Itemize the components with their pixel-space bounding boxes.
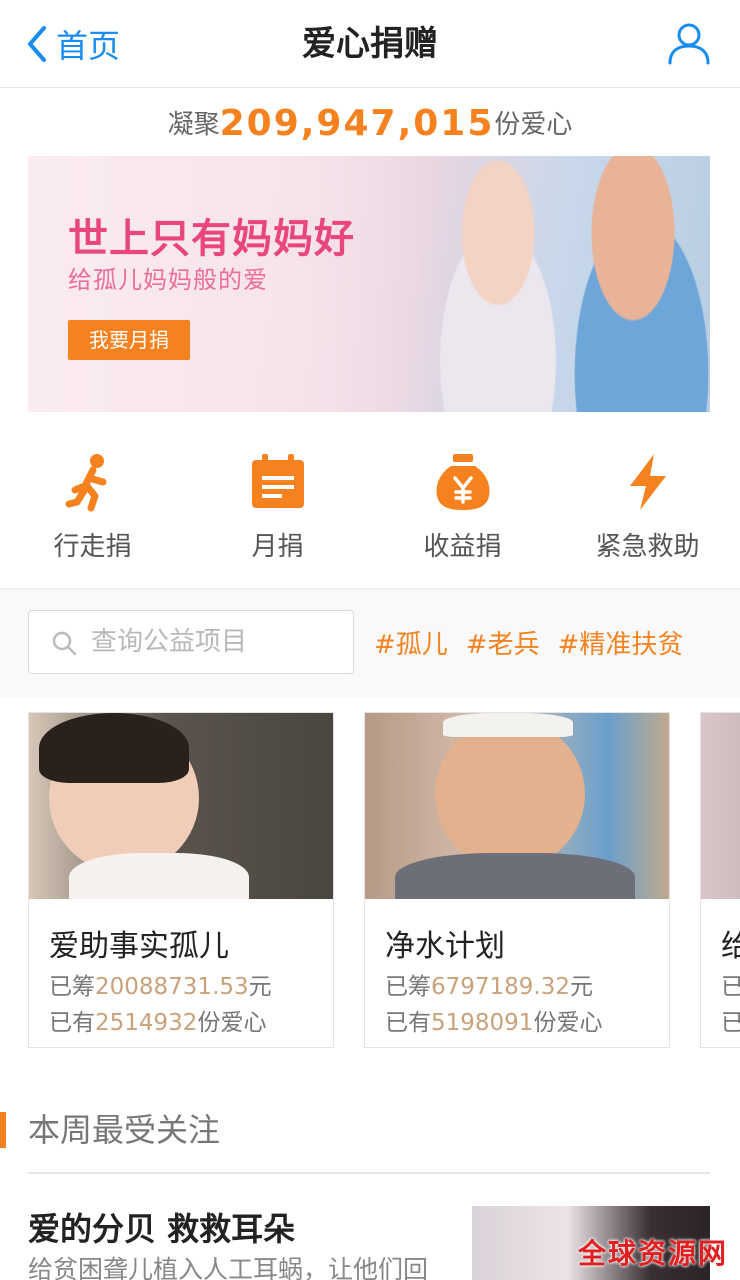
search-input[interactable]: 查询公益项目	[28, 610, 354, 674]
banner-woman-photo	[548, 156, 710, 412]
search-placeholder: 查询公益项目	[91, 627, 248, 657]
tag-veteran[interactable]: #老兵	[466, 624, 540, 661]
project-card[interactable]: 净水计划 已筹6797189.32元 已有5198091份爱心	[364, 712, 670, 1048]
divider	[28, 1172, 710, 1174]
project-card[interactable]: 爱助事实孤儿 已筹20088731.53元 已有2514932份爱心	[28, 712, 334, 1048]
search-section: 查询公益项目 #孤儿 #老兵 #精准扶贫	[0, 590, 740, 698]
quick-label: 行走捐	[53, 532, 132, 562]
page-title: 爱心捐赠	[302, 24, 438, 64]
quick-monthly-donate[interactable]: 月捐	[185, 430, 370, 586]
money-bag-yen-icon	[436, 454, 489, 510]
project-count: 已有2514932份爱心	[49, 1010, 267, 1036]
project-image	[29, 713, 333, 899]
project-raised: 已	[721, 974, 740, 1000]
love-counter: 凝聚209,947,015份爱心	[0, 96, 740, 152]
project-name: 给	[721, 929, 740, 964]
tag-orphan[interactable]: #孤儿	[374, 624, 448, 661]
project-image	[701, 713, 740, 899]
project-name: 净水计划	[385, 929, 505, 964]
promo-banner[interactable]: 世上只有妈妈好 给孤儿妈妈般的爱 我要月捐	[28, 156, 710, 412]
user-icon[interactable]	[666, 20, 712, 66]
calendar-icon	[251, 454, 304, 508]
project-image	[365, 713, 669, 899]
project-count: 已有5198091份爱心	[385, 1010, 603, 1036]
project-name: 爱助事实孤儿	[49, 929, 229, 964]
quick-emergency-aid[interactable]: 紧急救助	[555, 430, 740, 586]
banner-subtitle: 给孤儿妈妈般的爱	[68, 266, 268, 294]
watermark: 全球资源网	[577, 1237, 728, 1270]
section-title: 本周最受关注	[28, 1111, 221, 1149]
monthly-donate-button[interactable]: 我要月捐	[68, 320, 190, 360]
project-raised: 已筹20088731.53元	[49, 974, 272, 1000]
banner-title: 世上只有妈妈好	[68, 216, 355, 262]
counter-prefix: 凝聚	[167, 110, 220, 140]
project-raised: 已筹6797189.32元	[385, 974, 594, 1000]
quick-label: 紧急救助	[595, 532, 700, 562]
quick-label: 月捐	[251, 532, 304, 562]
quick-income-donate[interactable]: 收益捐	[370, 430, 555, 586]
walking-person-icon	[65, 454, 106, 512]
article-description: 给贫困聋儿植入人工耳蜗，让他们回	[28, 1255, 429, 1280]
project-carousel[interactable]: 爱助事实孤儿 已筹20088731.53元 已有2514932份爱心 净水计划 …	[0, 712, 740, 1048]
search-icon	[52, 631, 77, 656]
counter-suffix: 份爱心	[494, 110, 573, 140]
quick-actions: 行走捐 月捐 收益捐 紧急救助	[0, 430, 740, 586]
hot-tags: #孤儿 #老兵 #精准扶贫	[374, 610, 701, 674]
project-card[interactable]: 给 已 已	[700, 712, 740, 1048]
nav-bar: 首页 爱心捐赠	[0, 0, 740, 88]
article-title[interactable]: 爱的分贝 救救耳朵	[28, 1204, 295, 1250]
tag-poverty[interactable]: #精准扶贫	[558, 624, 684, 661]
quick-label: 收益捐	[423, 532, 502, 562]
counter-number: 209,947,015	[219, 103, 495, 144]
lightning-icon	[629, 454, 666, 510]
project-count: 已	[721, 1010, 740, 1036]
section-accent-bar	[0, 1112, 6, 1148]
quick-walk-donate[interactable]: 行走捐	[0, 430, 185, 586]
